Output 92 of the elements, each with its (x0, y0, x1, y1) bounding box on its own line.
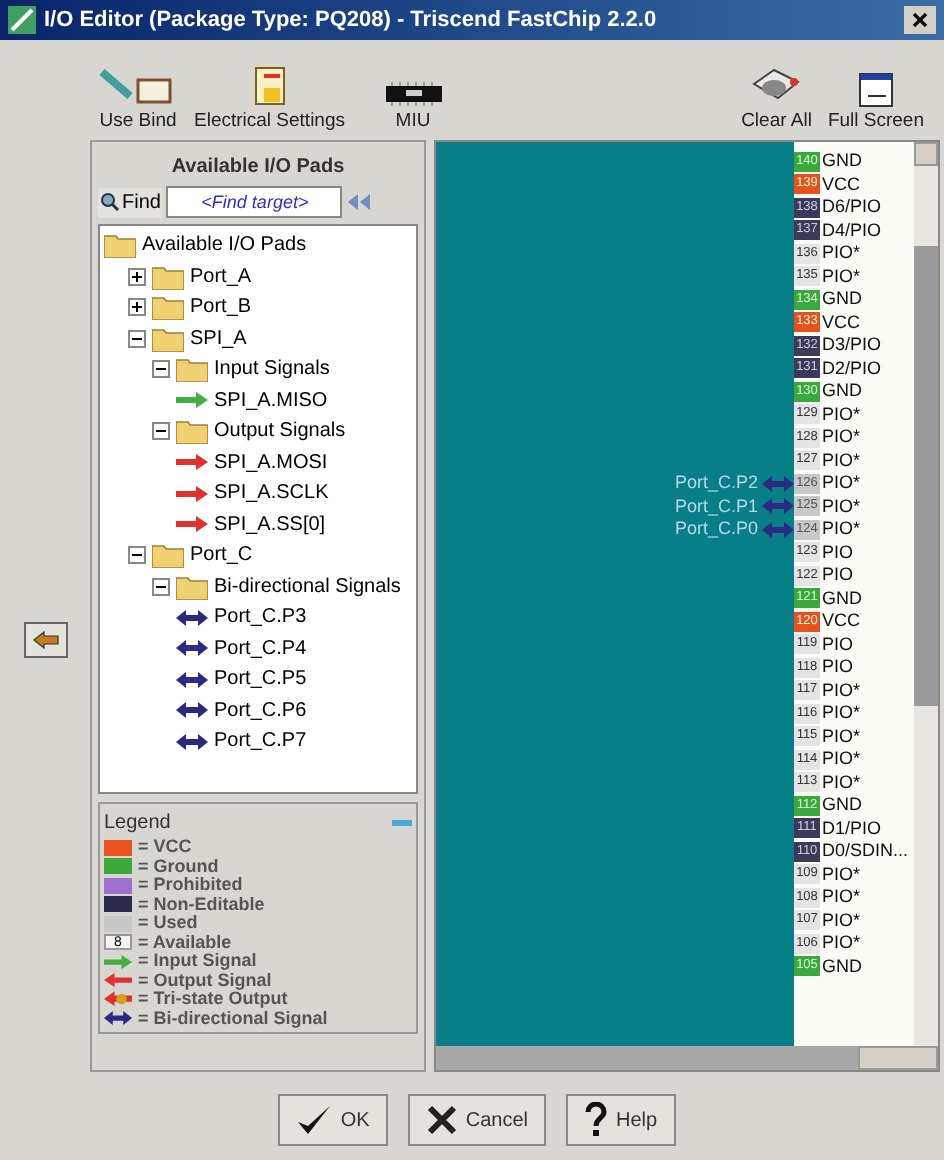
tree-item[interactable]: Bi-directional Signals (214, 571, 401, 602)
double-arrow-icon (176, 702, 208, 719)
dialog-button[interactable]: OK (278, 1094, 388, 1146)
color-swatch (104, 877, 132, 894)
folder-icon (152, 294, 184, 321)
left-arrow-icon (104, 972, 132, 989)
double-arrow-icon (176, 609, 208, 626)
expand-toggle[interactable] (128, 298, 146, 317)
collapse-toggle[interactable] (128, 546, 146, 565)
folder-icon (152, 542, 184, 569)
tree-item[interactable]: SPI_A.SS[0] (214, 509, 326, 540)
checkmark-icon (296, 1104, 333, 1136)
folder-icon (176, 573, 208, 600)
folder-icon (176, 418, 208, 445)
double-arrow-icon (176, 671, 208, 688)
right-arrow-icon (176, 454, 208, 471)
legend-label: = Output Signal (138, 971, 272, 990)
hand-icon (31, 630, 59, 650)
double-arrow-icon (176, 733, 208, 750)
right-arrow-icon (176, 485, 208, 502)
find-button[interactable]: Find (98, 187, 163, 217)
legend-title: Legend (104, 810, 173, 838)
legend-label: = Tri-state Output (138, 990, 288, 1009)
close-button[interactable] (904, 6, 936, 34)
legend-label: = Available (138, 933, 232, 952)
vertical-scrollbar[interactable] (914, 142, 938, 1046)
collapse-toggle[interactable] (152, 360, 170, 379)
right-arrow-icon (104, 953, 132, 970)
signal-label: Port_C.P0 (674, 520, 758, 539)
collapse-toggle[interactable] (128, 329, 146, 348)
search-icon (100, 192, 120, 212)
right-arrow-icon (176, 392, 208, 409)
tree-item[interactable]: SPI_A.MISO (214, 385, 328, 416)
tree-item[interactable]: Port_C.P7 (214, 726, 307, 757)
tree-item[interactable]: Port_C.P5 (214, 664, 307, 695)
double-arrow-icon (104, 1010, 132, 1027)
toolbar-button[interactable]: Electrical Settings (186, 63, 354, 136)
legend-label: = Non-Editable (138, 895, 265, 914)
legend-label: = VCC (138, 838, 192, 857)
color-swatch (104, 858, 132, 875)
tree-item[interactable]: Output Signals (214, 416, 346, 447)
tree-item[interactable]: Input Signals (214, 354, 330, 385)
folder-icon (176, 356, 208, 383)
folder-icon (152, 263, 184, 290)
panel-toggle-button[interactable] (23, 622, 67, 658)
tree-item[interactable]: Port_A (190, 261, 252, 292)
dialog-button[interactable]: Cancel (407, 1094, 546, 1146)
app-icon (8, 6, 36, 34)
tree-item[interactable]: SPI_A.SCLK (214, 478, 329, 509)
double-arrow-icon (762, 521, 794, 538)
toolbar-button[interactable]: Clear All (733, 63, 820, 136)
collapse-toggle[interactable] (152, 577, 170, 596)
legend-label: = Bi-directional Signal (138, 1009, 328, 1028)
horizontal-scrollbar[interactable] (436, 1046, 938, 1070)
color-swatch (104, 915, 132, 932)
tree-item[interactable]: Port_C.P3 (214, 602, 307, 633)
tree-item[interactable]: SPI_A (190, 323, 247, 354)
expand-toggle[interactable] (128, 267, 146, 286)
tree-item[interactable]: Available I/O Pads (142, 230, 307, 261)
toolbar-button[interactable]: Full Screen (819, 71, 932, 136)
cross-icon (425, 1104, 458, 1136)
find-field[interactable]: <Find target> (166, 186, 343, 218)
toolbar-button[interactable]: MIU (377, 79, 450, 136)
legend-label: = Used (138, 914, 198, 933)
collapse-toggle[interactable] (152, 422, 170, 441)
signal-label: Port_C.P1 (674, 497, 758, 516)
color-swatch (104, 896, 132, 913)
color-swatch (104, 839, 132, 856)
double-arrow-icon (176, 640, 208, 657)
question-icon (584, 1102, 608, 1138)
toolbar-button[interactable]: Use Bind (90, 63, 186, 136)
panel-title: Available I/O Pads (169, 154, 347, 182)
tree-item[interactable]: Port_C.P6 (214, 695, 307, 726)
signal-label: Port_C.P2 (674, 474, 758, 493)
folder-icon (104, 232, 136, 259)
legend-label: = Prohibited (138, 876, 243, 895)
tree-item[interactable]: SPI_A.MOSI (214, 447, 328, 478)
window-icon (857, 71, 894, 108)
right-arrow-icon (176, 516, 208, 533)
dialog-button[interactable]: Help (566, 1094, 676, 1146)
close-icon (912, 12, 928, 28)
double-arrow-icon (762, 475, 794, 492)
chip-icon (385, 79, 442, 108)
folder-icon (152, 325, 184, 352)
tree-item[interactable]: Port_C.P4 (214, 633, 307, 664)
window-title: I/O Editor (Package Type: PQ208) - Triscend FastChip 2.2.0 (44, 5, 659, 36)
tristate-icon (104, 990, 132, 1009)
tree-item[interactable]: Port_C (190, 540, 253, 571)
legend-label: = Ground (138, 857, 219, 876)
tree-item[interactable]: Port_B (190, 292, 252, 323)
double-arrow-icon (762, 498, 794, 515)
legend-label: = Input Signal (138, 952, 257, 971)
